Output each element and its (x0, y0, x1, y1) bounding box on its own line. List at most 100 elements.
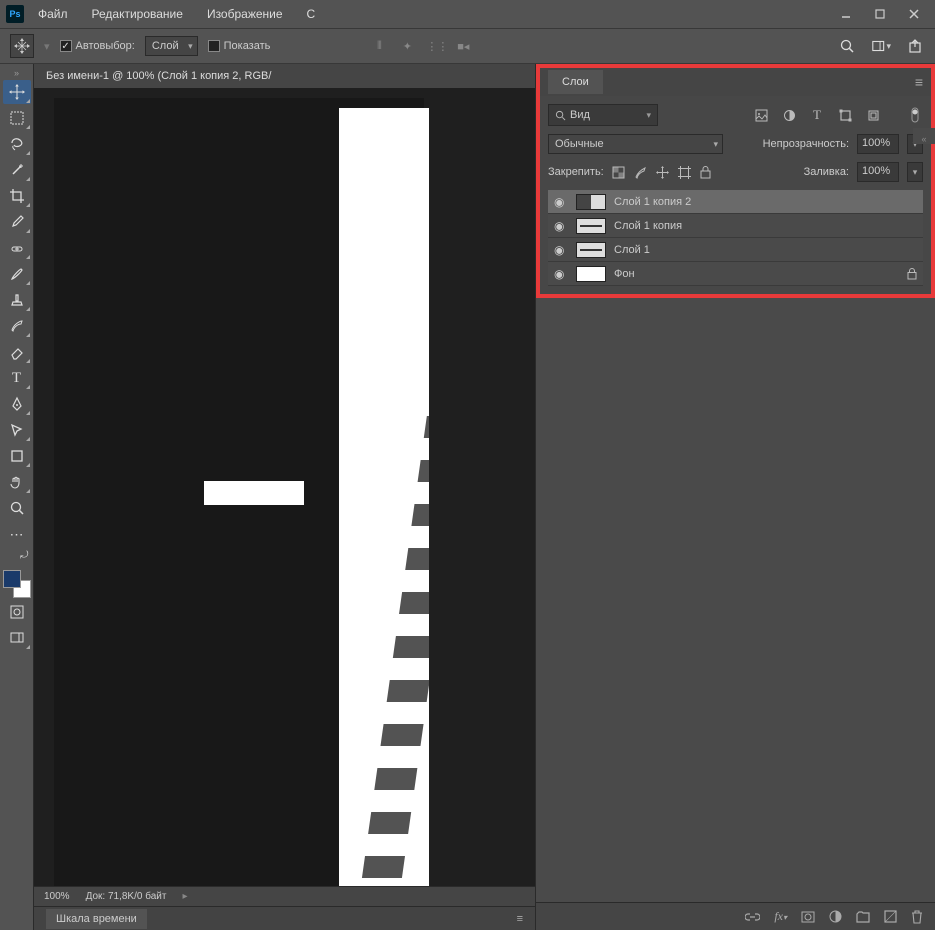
tool-strip: » T ⋯ ⤾ (0, 64, 34, 930)
layer-name[interactable]: Фон (614, 268, 635, 280)
layer-list: ◉ Слой 1 копия 2 ◉ Слой 1 копия ◉ (548, 190, 923, 286)
auto-select-target-dropdown[interactable]: Слой (145, 36, 198, 56)
visibility-eye-icon[interactable]: ◉ (554, 219, 568, 233)
healing-brush-tool[interactable] (3, 236, 31, 260)
layer-thumbnail[interactable] (576, 218, 606, 234)
options-bar: ▾ Автовыбор: Слой Показать ⫴ ✦ ⋮⋮ ■◂ ▾ (0, 28, 935, 64)
layer-row[interactable]: ◉ Слой 1 копия 2 (548, 190, 923, 214)
visibility-eye-icon[interactable]: ◉ (554, 243, 568, 257)
blend-mode-dropdown[interactable]: Обычные (548, 134, 723, 154)
layer-lock-icon (907, 268, 917, 280)
filter-shape-icon[interactable] (837, 107, 853, 123)
window-close-button[interactable] (899, 4, 929, 24)
magic-wand-tool[interactable] (3, 158, 31, 182)
marquee-tool[interactable] (3, 106, 31, 130)
layer-row[interactable]: ◉ Слой 1 (548, 238, 923, 262)
search-icon[interactable] (837, 36, 857, 56)
lock-image-icon[interactable] (634, 166, 650, 179)
filter-adjustment-icon[interactable] (781, 107, 797, 123)
empty-panel-area (536, 298, 935, 902)
app-icon: Ps (6, 5, 24, 23)
canvas-white-shape (204, 481, 304, 505)
move-tool[interactable] (3, 80, 31, 104)
fill-input[interactable]: 100% (857, 162, 899, 182)
delete-layer-icon[interactable] (911, 910, 923, 924)
pen-tool[interactable] (3, 392, 31, 416)
link-layers-icon[interactable] (745, 911, 760, 923)
show-label: Показать (224, 40, 271, 52)
menu-file[interactable]: Файл (28, 3, 78, 25)
visibility-eye-icon[interactable]: ◉ (554, 267, 568, 281)
share-icon[interactable] (905, 36, 925, 56)
layers-tab[interactable]: Слои (548, 70, 603, 94)
edit-toolbar-icon[interactable]: ⋯ (3, 522, 31, 546)
layers-panel-header: Слои ≡ (540, 68, 931, 96)
zoom-level[interactable]: 100% (44, 891, 70, 902)
align-icon-2[interactable]: ✦ (398, 40, 416, 53)
layer-filter-dropdown[interactable]: Вид (548, 104, 658, 126)
layer-thumbnail[interactable] (576, 266, 606, 282)
filter-type-icon[interactable]: T (809, 107, 825, 123)
opacity-input[interactable]: 100% (857, 134, 899, 154)
menu-image[interactable]: Изображение (197, 3, 293, 25)
hand-tool[interactable] (3, 470, 31, 494)
eyedropper-tool[interactable] (3, 210, 31, 234)
menu-edit[interactable]: Редактирование (82, 3, 193, 25)
path-selection-tool[interactable] (3, 418, 31, 442)
visibility-eye-icon[interactable]: ◉ (554, 195, 568, 209)
quick-mask-tool[interactable] (3, 600, 31, 624)
fill-dropdown-icon[interactable]: ▾ (907, 162, 923, 182)
zoom-tool[interactable] (3, 496, 31, 520)
layer-row[interactable]: ◉ Фон (548, 262, 923, 286)
swap-colors-icon[interactable]: ⤾ (3, 548, 31, 562)
lock-all-icon[interactable] (700, 166, 716, 179)
layer-row[interactable]: ◉ Слой 1 копия (548, 214, 923, 238)
lock-transparency-icon[interactable] (612, 166, 628, 179)
current-tool-indicator[interactable] (10, 34, 34, 58)
filter-toggle-switch[interactable] (907, 107, 923, 123)
workspace-icon[interactable]: ▾ (871, 36, 891, 56)
lock-artboard-icon[interactable] (678, 166, 694, 179)
layer-thumbnail[interactable] (576, 242, 606, 258)
layer-thumbnail[interactable] (576, 194, 606, 210)
lasso-tool[interactable] (3, 132, 31, 156)
layer-mask-icon[interactable] (801, 911, 815, 923)
history-brush-tool[interactable] (3, 314, 31, 338)
crop-tool[interactable] (3, 184, 31, 208)
adjustment-layer-icon[interactable] (829, 910, 842, 923)
layers-panel-highlighted: Слои ≡ Вид T (536, 64, 935, 298)
window-maximize-button[interactable] (865, 4, 895, 24)
layers-panel-menu-icon[interactable]: ≡ (915, 74, 923, 90)
color-swatches[interactable] (3, 570, 31, 598)
filter-pixel-icon[interactable] (753, 107, 769, 123)
new-layer-icon[interactable] (884, 910, 897, 923)
screen-mode-tool[interactable] (3, 626, 31, 650)
type-tool[interactable]: T (3, 366, 31, 390)
align-icon-1[interactable]: ⫴ (370, 40, 388, 53)
auto-select-label: Автовыбор: (76, 40, 135, 52)
layer-style-icon[interactable]: fx▾ (774, 909, 787, 924)
window-minimize-button[interactable] (831, 4, 861, 24)
collapse-toolstrip-icon[interactable]: » (3, 68, 31, 78)
show-transform-checkbox[interactable]: Показать (208, 40, 271, 52)
timeline-menu-icon[interactable]: ≡ (517, 913, 523, 925)
document-tab[interactable]: Без имени-1 @ 100% (Слой 1 копия 2, RGB/ (34, 64, 535, 88)
canvas-area[interactable] (34, 88, 535, 886)
menu-cut[interactable]: С (297, 3, 326, 25)
layer-name[interactable]: Слой 1 копия 2 (614, 196, 691, 208)
group-layers-icon[interactable] (856, 911, 870, 923)
3d-mode-icon[interactable]: ■◂ (454, 40, 472, 53)
layer-name[interactable]: Слой 1 копия (614, 220, 682, 232)
layer-name[interactable]: Слой 1 (614, 244, 650, 256)
eraser-tool[interactable] (3, 340, 31, 364)
timeline-panel-tab[interactable]: Шкала времени ≡ (34, 906, 535, 930)
lock-position-icon[interactable] (656, 166, 672, 179)
auto-select-checkbox[interactable]: Автовыбор: (60, 40, 135, 52)
foreground-swatch[interactable] (3, 570, 21, 588)
shape-tool[interactable] (3, 444, 31, 468)
brush-tool[interactable] (3, 262, 31, 286)
align-icon-3[interactable]: ⋮⋮ (426, 40, 444, 53)
clone-stamp-tool[interactable] (3, 288, 31, 312)
filter-smart-icon[interactable] (865, 107, 881, 123)
search-icon (555, 110, 566, 121)
